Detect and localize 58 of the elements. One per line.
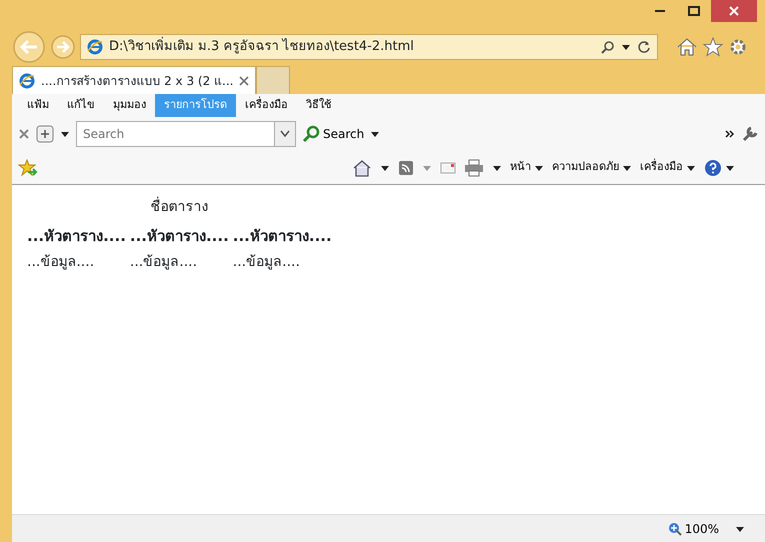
mail-icon[interactable] (440, 160, 456, 174)
caret-icon[interactable] (621, 43, 631, 51)
table-header: ...หัวตาราง.... (128, 226, 230, 247)
menu-item[interactable]: แก้ไข (58, 94, 104, 117)
maximize-icon (688, 6, 700, 16)
chevron-icon[interactable] (725, 129, 735, 139)
table-cell-text: ...ข้อมูล.... (26, 252, 96, 272)
close-icon (729, 6, 739, 16)
tab-title: ....การสร้างตารางแบบ 2 x 3 (2 แ... (41, 72, 234, 90)
close-icon[interactable] (239, 76, 250, 86)
add-icon[interactable] (36, 125, 54, 143)
menu-item[interactable]: เครื่องมือ (236, 94, 297, 117)
search-icon[interactable] (601, 40, 615, 54)
menu-item[interactable]: แฟ้ม (18, 94, 58, 117)
refresh-icon[interactable] (637, 40, 651, 54)
settings-icon[interactable] (728, 37, 748, 57)
command-menu-button[interactable]: หน้า (510, 159, 544, 176)
help-button[interactable] (704, 158, 735, 176)
star-icon[interactable] (702, 37, 724, 57)
caret-icon (622, 164, 632, 172)
caret-icon[interactable] (60, 130, 70, 138)
close-icon[interactable] (18, 128, 30, 140)
zoom-icon (668, 522, 682, 536)
table-header: ...หัวตาราง.... (26, 226, 127, 247)
close-button[interactable] (711, 0, 757, 22)
zoom-button[interactable]: 100% (668, 520, 719, 538)
menu-item[interactable]: มุมมอง (104, 94, 155, 117)
feed-icon[interactable] (398, 160, 414, 176)
caret-icon[interactable] (380, 164, 390, 172)
address-bar[interactable]: D:\วิชาเพิ่มเติม ม.3 ครูอัจฉรา ไชยทอง\test4-2.html (80, 34, 658, 60)
page-icon (19, 72, 35, 88)
command-menu-button[interactable]: ความปลอดภัย (552, 159, 632, 176)
caret-icon (725, 164, 735, 172)
table-cell-text: ...ข้อมูล.... (128, 252, 198, 272)
minimize-icon (655, 10, 665, 12)
table-cell-text: ...ข้อมูล.... (232, 252, 301, 272)
home-icon[interactable] (676, 37, 698, 57)
favorites-star-icon[interactable] (18, 158, 38, 176)
caret-icon[interactable] (370, 130, 380, 138)
caret-icon[interactable] (735, 524, 745, 532)
search-field[interactable]: Search (76, 121, 274, 147)
caret-icon (686, 164, 696, 172)
menu-item[interactable]: วิธีใช้ (297, 94, 340, 117)
caret-icon (534, 164, 544, 172)
home-icon[interactable] (352, 158, 372, 176)
wrench-icon[interactable] (741, 125, 759, 143)
table-header: ...หัวตาราง.... (232, 226, 333, 247)
printer-icon[interactable] (464, 158, 484, 176)
page-icon (87, 39, 103, 55)
chevron-icon[interactable] (280, 130, 290, 138)
help-icon (704, 158, 722, 176)
search-icon (302, 125, 320, 143)
caret-icon[interactable] (492, 164, 502, 172)
search-button[interactable]: Search (302, 125, 364, 143)
browser-tab[interactable]: ....การสร้างตารางแบบ 2 x 3 (2 แ... (12, 66, 256, 94)
table-caption: ชื่อตาราง (24, 197, 335, 222)
command-menu-button[interactable]: เครื่องมือ (640, 159, 696, 176)
url-text: D:\วิชาเพิ่มเติม ม.3 ครูอัจฉรา ไชยทอง\test4-2.html (109, 37, 595, 57)
